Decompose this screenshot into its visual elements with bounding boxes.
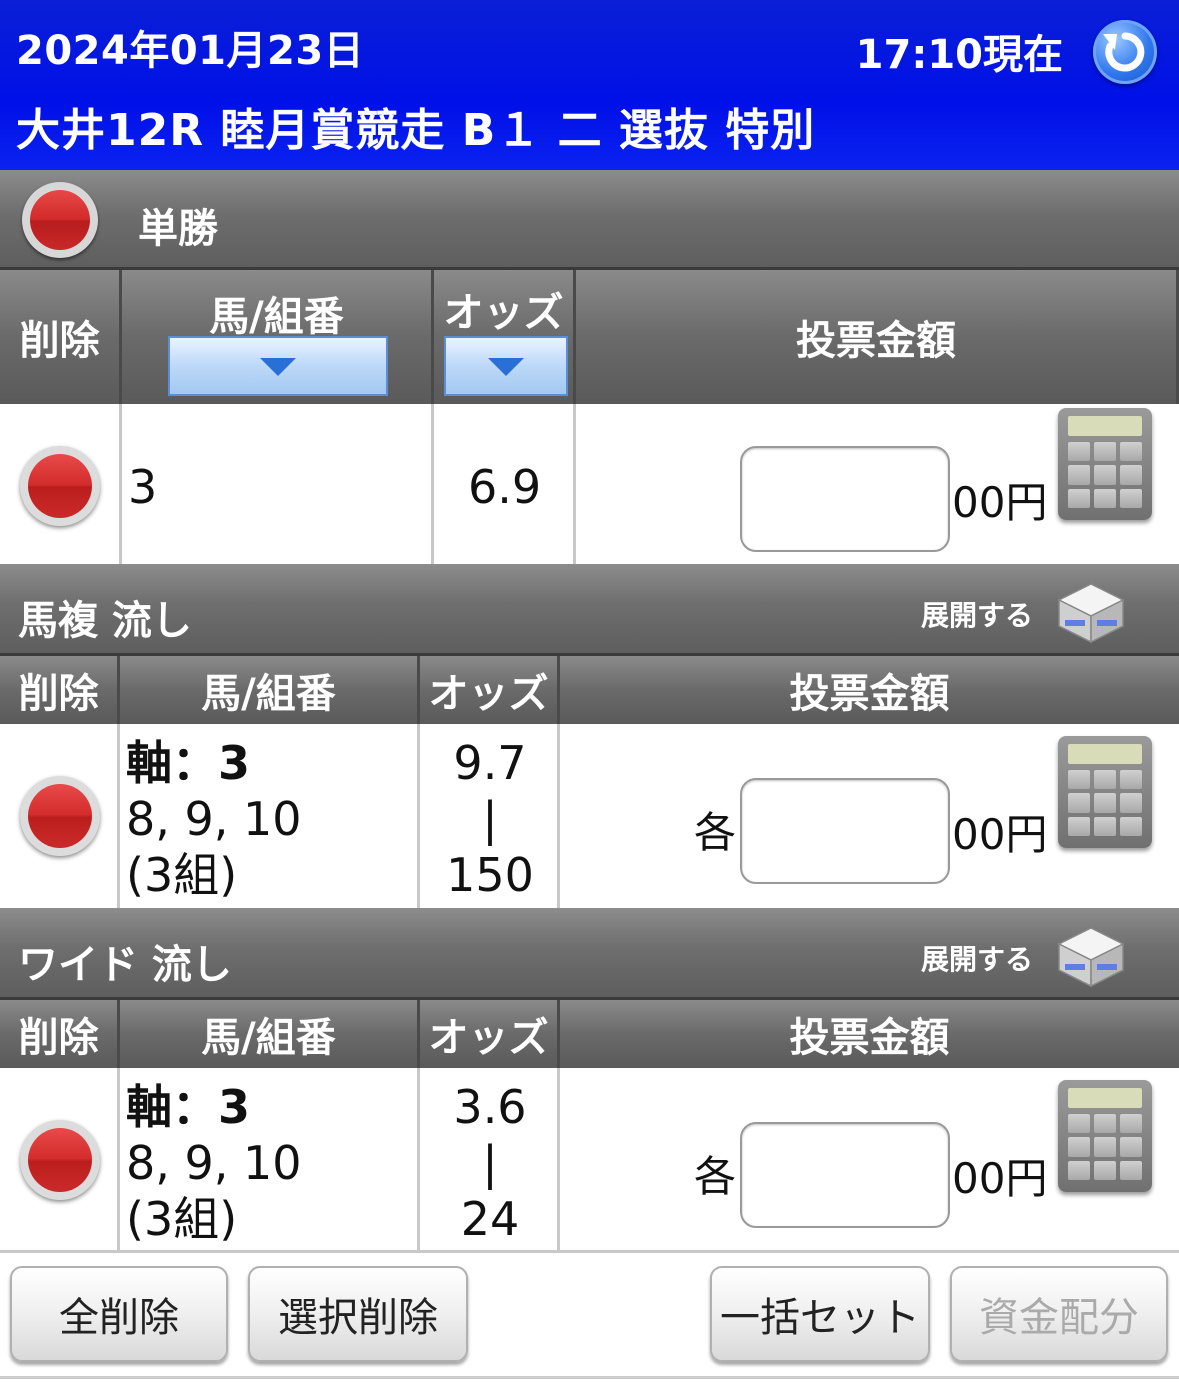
- expand-label[interactable]: 展開する: [921, 938, 1033, 978]
- refresh-icon[interactable]: [1093, 20, 1157, 84]
- fund-allocation-button[interactable]: 資金配分: [950, 1266, 1168, 1362]
- odds-low: 3.6: [453, 1080, 527, 1134]
- column-header-row: 削除 馬/組番 オッズ 投票金額: [0, 270, 1179, 404]
- expand-label[interactable]: 展開する: [921, 594, 1033, 634]
- odds-separator: |: [482, 792, 498, 846]
- bet-row: 軸：3 8, 9, 10 (3組) 9.7 | 150 各 00円: [0, 724, 1179, 908]
- calculator-icon[interactable]: [1058, 736, 1152, 848]
- amount-input[interactable]: [740, 446, 950, 552]
- delete-section-icon[interactable]: [22, 182, 98, 258]
- col-amount: 投票金額: [576, 270, 1179, 404]
- delete-selected-button[interactable]: 選択削除: [248, 1266, 468, 1362]
- race-title: 大井12R 睦月賞競走 B１ 二 選抜 特別: [16, 105, 816, 156]
- section-title: 単勝: [138, 206, 218, 252]
- odds-separator: |: [482, 1136, 498, 1190]
- expand-cube-icon[interactable]: [1057, 582, 1125, 644]
- combo-count: (3組): [126, 848, 238, 902]
- bulk-set-button[interactable]: 一括セット: [710, 1266, 930, 1362]
- partner-horses: 8, 9, 10: [126, 1136, 302, 1190]
- expand-cube-icon[interactable]: [1057, 926, 1125, 988]
- calculator-icon[interactable]: [1058, 408, 1152, 520]
- odds-high: 150: [446, 848, 534, 902]
- section-title: ワイド 流し: [18, 942, 232, 988]
- amount-unit: 00円: [952, 810, 1048, 859]
- column-header-row: 削除 馬/組番 オッズ 投票金額: [0, 656, 1179, 724]
- horse-number: 3: [128, 460, 158, 514]
- sort-horse-button[interactable]: [168, 336, 388, 396]
- odds-value: 6.9: [468, 460, 542, 514]
- section-title: 馬複 流し: [18, 598, 192, 644]
- col-delete: 削除: [0, 270, 122, 404]
- race-date: 2024年01月23日: [16, 28, 365, 74]
- race-header: 2024年01月23日 17:10現在 大井12R 睦月賞競走 B１ 二 選抜 …: [0, 0, 1179, 170]
- divider: [0, 1376, 1179, 1379]
- each-label: 各: [694, 808, 737, 857]
- amount-input[interactable]: [740, 1122, 950, 1228]
- current-time: 17:10現在: [855, 32, 1063, 78]
- axis-horse: 軸：3: [126, 1080, 251, 1134]
- delete-all-button[interactable]: 全削除: [10, 1266, 228, 1362]
- section-umafuku-bar: 馬複 流し 展開する: [0, 564, 1179, 656]
- partner-horses: 8, 9, 10: [126, 792, 302, 846]
- section-wide-bar: ワイド 流し 展開する: [0, 908, 1179, 1000]
- amount-unit: 00円: [952, 478, 1048, 527]
- combo-count: (3組): [126, 1192, 238, 1246]
- each-label: 各: [694, 1152, 737, 1201]
- delete-row-icon[interactable]: [20, 1120, 100, 1200]
- axis-horse: 軸：3: [126, 736, 251, 790]
- odds-high: 24: [460, 1192, 520, 1246]
- bet-row: 軸：3 8, 9, 10 (3組) 3.6 | 24 各 00円: [0, 1068, 1179, 1252]
- bet-row: 3 6.9 00円: [0, 404, 1179, 564]
- delete-row-icon[interactable]: [20, 446, 100, 526]
- sort-odds-button[interactable]: [444, 336, 568, 396]
- calculator-icon[interactable]: [1058, 1080, 1152, 1192]
- delete-row-icon[interactable]: [20, 776, 100, 856]
- amount-unit: 00円: [952, 1154, 1048, 1203]
- amount-input[interactable]: [740, 778, 950, 884]
- divider: [0, 1250, 1179, 1253]
- column-header-row: 削除 馬/組番 オッズ 投票金額: [0, 1000, 1179, 1068]
- section-tansho-bar: 単勝: [0, 170, 1179, 270]
- odds-low: 9.7: [453, 736, 527, 790]
